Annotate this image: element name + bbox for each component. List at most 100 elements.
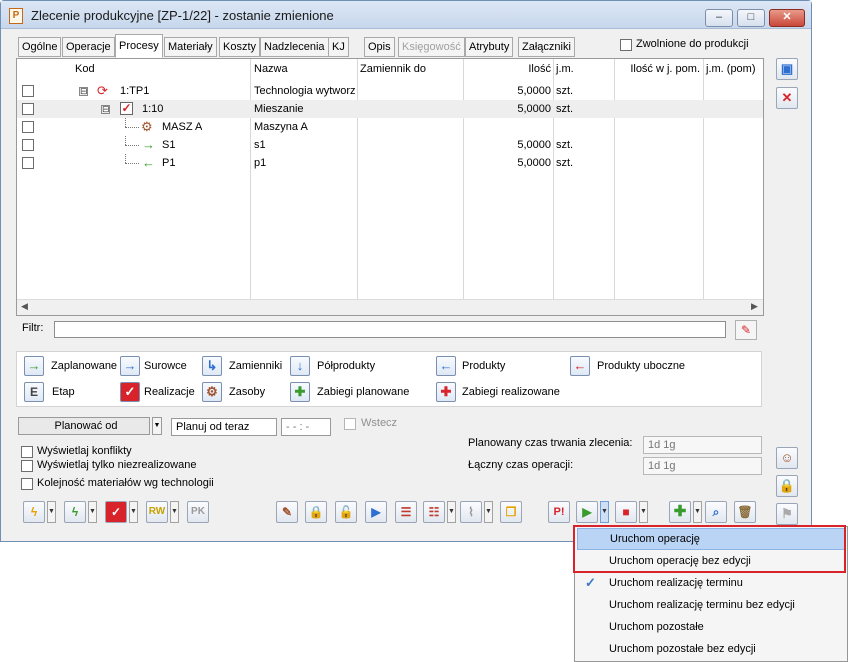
run-dropdown-arrow-icon[interactable]: ▼ — [600, 501, 609, 523]
tree-line — [125, 154, 126, 163]
check-icon: ✓ — [585, 575, 596, 590]
col-header-unit[interactable]: j.m. — [556, 59, 574, 79]
legend-planned: Zaplanowane — [51, 360, 118, 372]
dropdown-arrow-icon[interactable]: ▼ — [129, 501, 138, 523]
plan-from-dropdown-icon[interactable]: ▼ — [152, 417, 162, 435]
col-header-qty[interactable]: Ilość — [463, 59, 551, 79]
legend-semi-products: Półprodukty — [317, 360, 376, 372]
window-title: Zlecenie produkcyjne [ZP-1/22] - zostani… — [31, 8, 334, 23]
stop-icon[interactable]: ■ — [615, 501, 637, 523]
table-row[interactable]: → S1 s1 5,0000 szt. — [17, 136, 763, 154]
table-row[interactable]: ⚙ MASZ A Maszyna A — [17, 118, 763, 136]
filter-input[interactable] — [54, 321, 726, 338]
tab-attributes[interactable]: Atrybuty — [465, 37, 514, 57]
pk-document-icon[interactable]: PK — [187, 501, 209, 523]
dropdown-arrow-icon[interactable]: ▼ — [447, 501, 456, 523]
dropdown-arrow-icon[interactable]: ▼ — [639, 501, 648, 523]
tab-costs[interactable]: Koszty — [219, 37, 261, 57]
delete-icon[interactable]: 🗑 — [734, 501, 756, 523]
tab-operations[interactable]: Operacje — [62, 37, 115, 57]
row-select-checkbox[interactable] — [22, 85, 34, 97]
realize-icon[interactable]: ✓ — [105, 501, 127, 523]
tab-general[interactable]: Ogólne — [18, 37, 62, 57]
show-unrealized-checkbox[interactable] — [21, 460, 33, 472]
unlock-icon[interactable]: 🔓 — [335, 501, 357, 523]
row-select-checkbox[interactable] — [22, 139, 34, 151]
tab-attachments[interactable]: Załączniki — [518, 37, 575, 57]
dropdown-arrow-icon[interactable]: ▼ — [693, 501, 702, 523]
lock-icon[interactable]: 🔒 — [305, 501, 327, 523]
row-unit: szt. — [556, 103, 574, 115]
dropdown-arrow-icon[interactable]: ▼ — [47, 501, 56, 523]
row-select-checkbox[interactable] — [22, 157, 34, 169]
row-select-checkbox[interactable] — [22, 103, 34, 115]
scroll-right-icon[interactable]: ▶ — [751, 301, 758, 312]
schedule-chart-icon[interactable]: ☷ — [423, 501, 445, 523]
tab-description[interactable]: Opis — [364, 37, 395, 57]
row-code: 1:10 — [142, 103, 164, 115]
lock-side-icon: 🔒 — [776, 475, 798, 497]
col-header-substitute[interactable]: Zamiennik do — [360, 59, 426, 79]
horizontal-scrollbar[interactable]: ◀ ▶ — [17, 299, 763, 315]
col-header-qty-aux[interactable]: Ilość w j. pom. — [614, 59, 700, 79]
title-bar: P Zlecenie produkcyjne [ZP-1/22] - zosta… — [1, 1, 811, 29]
time-input[interactable]: - - : - — [281, 418, 331, 436]
close-button[interactable]: ✕ — [769, 9, 805, 27]
tab-processes[interactable]: Procesy — [115, 34, 163, 58]
tree-line — [125, 163, 139, 164]
search-icon[interactable]: ⌕ — [705, 501, 727, 523]
scroll-left-icon[interactable]: ◀ — [21, 301, 28, 312]
tab-parent-orders[interactable]: Nadzlecenia — [260, 37, 329, 57]
legend-raw-materials: Surowce — [144, 360, 187, 372]
col-header-unit-aux[interactable]: j.m. (pom) — [706, 59, 756, 79]
collapse-toggle[interactable]: ⊟ — [79, 87, 88, 96]
tab-materials[interactable]: Materiały — [164, 37, 217, 57]
menu-item-run-remaining-no-edit[interactable]: Uruchom pozostałe bez edycji — [577, 638, 845, 660]
backward-checkbox[interactable] — [344, 418, 356, 430]
minimize-button[interactable]: – — [705, 9, 733, 27]
collapse-toggle[interactable]: ⊟ — [101, 105, 110, 114]
cancel-icon[interactable]: ✕ — [776, 87, 798, 109]
menu-item-run-term-realization[interactable]: Uruchom realizację terminu — [577, 572, 845, 594]
export-icon[interactable]: ▶ — [365, 501, 387, 523]
table-row[interactable]: ⊟ ✓ 1:10 Mieszanie 5,0000 szt. — [17, 100, 763, 118]
material-order-checkbox[interactable] — [21, 478, 33, 490]
dropdown-arrow-icon[interactable]: ▼ — [170, 501, 179, 523]
windows-icon[interactable]: ❐ — [500, 501, 522, 523]
rw-document-icon[interactable]: RW — [146, 501, 168, 523]
tree-line — [125, 127, 139, 128]
lightning-green-icon[interactable]: ϟ — [64, 501, 86, 523]
add-icon[interactable]: ✚ — [669, 501, 691, 523]
clear-filter-icon[interactable]: ✎ — [735, 320, 757, 340]
backward-label: Wstecz — [361, 417, 398, 429]
tab-kj[interactable]: KJ — [328, 37, 349, 57]
edit-resource-icon[interactable]: ✎ — [276, 501, 298, 523]
dropdown-arrow-icon[interactable]: ▼ — [484, 501, 493, 523]
menu-item-run-term-realization-no-edit[interactable]: Uruchom realizację terminu bez edycji — [577, 594, 845, 616]
stage-done-icon: ✓ — [120, 101, 133, 115]
priority-icon[interactable]: P! — [548, 501, 570, 523]
col-header-name[interactable]: Nazwa — [254, 59, 288, 79]
dropdown-arrow-icon[interactable]: ▼ — [88, 501, 97, 523]
row-qty: 5,0000 — [517, 85, 551, 97]
plan-mode-select[interactable]: Planuj od teraz — [171, 418, 277, 436]
lightning-plan-icon[interactable]: ϟ — [23, 501, 45, 523]
maximize-button[interactable]: □ — [737, 9, 765, 27]
menu-item-run-remaining[interactable]: Uruchom pozostałe — [577, 616, 845, 638]
flag-icon: ⚑ — [776, 503, 798, 525]
table-row[interactable]: ⊟ ⟳ 1:TP1 Technologia wytworz 5,0000 szt… — [17, 82, 763, 100]
table-row[interactable]: ← P1 p1 5,0000 szt. — [17, 154, 763, 172]
row-select-checkbox[interactable] — [22, 121, 34, 133]
semi-products-icon: ↓ — [290, 356, 310, 376]
gantt-chart-icon[interactable]: ☰ — [395, 501, 417, 523]
col-header-code[interactable]: Kod — [75, 59, 95, 79]
released-for-production-checkbox[interactable] — [620, 39, 632, 51]
run-operation-icon[interactable]: ▶ — [576, 501, 598, 523]
row-name: Maszyna A — [254, 121, 308, 133]
user-icon[interactable]: ☺ — [776, 447, 798, 469]
plan-from-button[interactable]: Planować od — [18, 417, 150, 435]
planned-duration-field: 1d 1g — [643, 436, 762, 454]
planned-arrow-icon: → — [24, 356, 44, 376]
save-icon[interactable]: ▣ — [776, 58, 798, 80]
show-conflicts-checkbox[interactable] — [21, 446, 33, 458]
